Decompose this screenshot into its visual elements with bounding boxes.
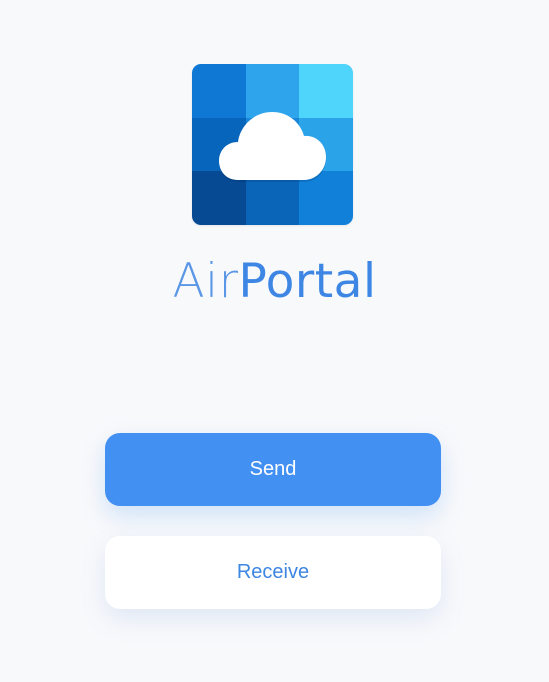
- app-title-part1: Air: [172, 254, 239, 309]
- cloud-icon: [192, 64, 353, 225]
- app-title: AirPortal: [0, 250, 549, 314]
- send-button[interactable]: Send: [105, 433, 441, 506]
- app-title-part2: Portal: [238, 254, 377, 309]
- receive-button[interactable]: Receive: [105, 536, 441, 609]
- app-logo: [192, 64, 353, 225]
